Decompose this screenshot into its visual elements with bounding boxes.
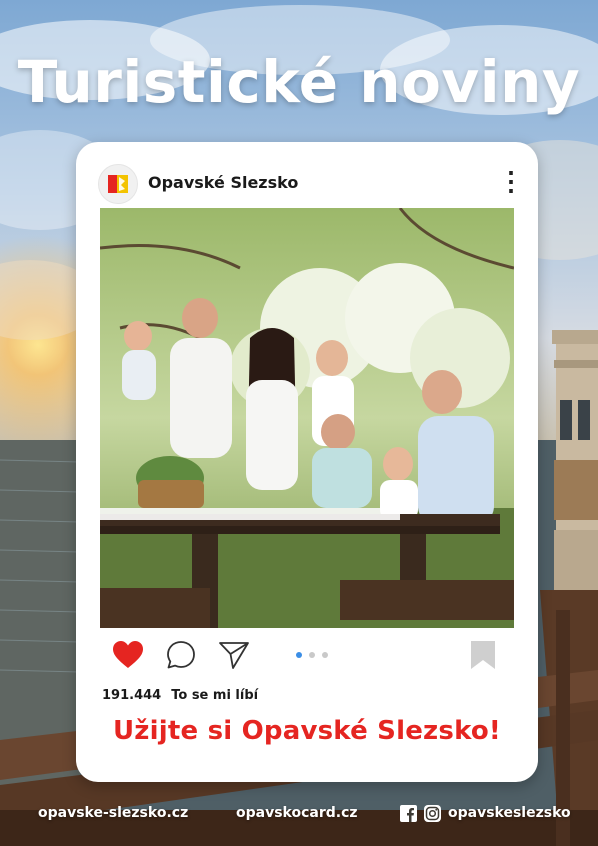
carousel-dot[interactable]	[309, 652, 315, 658]
likes-line: 191.444 To se mi líbí	[102, 688, 268, 703]
carousel-dot-active[interactable]	[296, 652, 302, 658]
post-actions	[100, 638, 514, 672]
tower-building	[552, 330, 598, 620]
send-icon[interactable]	[218, 640, 250, 670]
facebook-icon[interactable]	[400, 805, 417, 822]
instagram-icon[interactable]	[424, 805, 441, 822]
carousel-indicator	[296, 652, 336, 660]
comment-icon[interactable]	[166, 640, 196, 670]
poster-footer: opavske-slezsko.cz opavskocard.cz opavsk…	[0, 795, 598, 835]
carousel-dot[interactable]	[322, 652, 328, 658]
social-post-card: Opavské Slezsko ⋮ 191.444 To se mi líbí …	[76, 142, 538, 782]
social-handle[interactable]: opavskeslezsko	[448, 805, 571, 821]
website-link-1[interactable]: opavske-slezsko.cz	[38, 805, 188, 821]
more-vertical-icon[interactable]: ⋮	[498, 166, 524, 200]
poster-title: Turistické noviny	[17, 48, 581, 116]
likes-count[interactable]: 191.444	[102, 688, 161, 703]
account-avatar[interactable]	[98, 164, 138, 204]
post-photo	[100, 208, 514, 628]
poster: Turistické noviny Opavské Slezsko ⋮ 191.…	[0, 0, 598, 846]
likes-label: To se mi líbí	[171, 688, 259, 703]
post-header: Opavské Slezsko ⋮	[98, 164, 524, 204]
heart-icon[interactable]	[112, 640, 144, 670]
post-slogan: Užijte si Opavské Slezsko!	[113, 716, 501, 746]
website-link-2[interactable]: opavskocard.cz	[236, 805, 358, 821]
bookmark-icon[interactable]	[470, 640, 496, 670]
opavske-slezsko-logo-icon	[108, 175, 128, 193]
account-name[interactable]: Opavské Slezsko	[148, 173, 298, 192]
